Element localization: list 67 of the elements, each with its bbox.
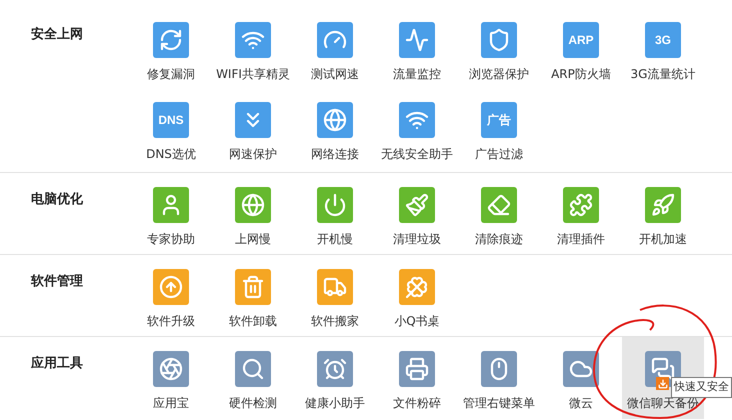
- tool-item[interactable]: 测试网速: [294, 22, 376, 84]
- tool-item[interactable]: 硬件检测: [212, 351, 294, 413]
- tool-item[interactable]: 广告 广告过滤: [458, 102, 540, 164]
- tool-item[interactable]: 应用宝: [130, 351, 212, 413]
- tool-item[interactable]: 上网慢: [212, 187, 294, 249]
- tool-label: 清理垃圾: [393, 231, 441, 247]
- tool-label: 网络连接: [311, 146, 359, 162]
- tool-item[interactable]: 文件粉碎: [376, 351, 458, 413]
- tool-item[interactable]: 修复漏洞: [130, 22, 212, 84]
- tool-item[interactable]: WIFI共享精灵: [212, 22, 294, 84]
- tool-item[interactable]: 专家协助: [130, 187, 212, 249]
- tool-label: 管理右键菜单: [463, 395, 535, 411]
- tool-label: 应用宝: [153, 395, 189, 411]
- tool-label: 微云: [569, 395, 593, 411]
- tool-label: 软件卸载: [229, 313, 277, 329]
- tool-item[interactable]: 软件升级: [130, 269, 212, 331]
- tool-item[interactable]: 开机慢: [294, 187, 376, 249]
- icon-text: DNS: [158, 114, 184, 126]
- tool-label: 浏览器保护: [469, 66, 529, 82]
- tool-label: 硬件检测: [229, 395, 277, 411]
- tool-item[interactable]: 软件卸载: [212, 269, 294, 331]
- tool-item[interactable]: 网速保护: [212, 102, 294, 164]
- tool-label: 无线安全助手: [381, 146, 453, 162]
- tool-item[interactable]: 浏览器保护: [458, 22, 540, 84]
- tool-label: 开机加速: [639, 231, 687, 247]
- section-title: 应用工具: [31, 356, 83, 371]
- tool-item[interactable]: 流量监控: [376, 22, 458, 84]
- tool-item[interactable]: 无线安全助手: [376, 102, 458, 164]
- icon-text: 广告: [487, 114, 511, 126]
- tool-label: 健康小助手: [305, 395, 365, 411]
- tool-item[interactable]: 软件搬家: [294, 269, 376, 331]
- tool-label: 测试网速: [311, 66, 359, 82]
- tool-label: 修复漏洞: [147, 66, 195, 82]
- tool-label: 清除痕迹: [475, 231, 523, 247]
- tool-item[interactable]: 清理垃圾: [376, 187, 458, 249]
- tool-label: 上网慢: [235, 231, 271, 247]
- tool-item[interactable]: 管理右键菜单: [458, 351, 540, 413]
- tool-item[interactable]: 开机加速: [622, 187, 704, 249]
- tool-item[interactable]: 小Q书桌: [376, 269, 458, 331]
- tool-label: 广告过滤: [475, 146, 523, 162]
- tool-label: 清理插件: [557, 231, 605, 247]
- tool-label: 软件搬家: [311, 313, 359, 329]
- tool-label: ARP防火墙: [551, 66, 611, 82]
- tool-label: 软件升级: [147, 313, 195, 329]
- tool-item[interactable]: DNS DNS选优: [130, 102, 212, 164]
- tool-label: 网速保护: [229, 146, 277, 162]
- tool-label: DNS选优: [146, 146, 196, 162]
- tool-item[interactable]: 健康小助手: [294, 351, 376, 413]
- tool-label: 流量监控: [393, 66, 441, 82]
- tool-item[interactable]: ARP ARP防火墙: [540, 22, 622, 84]
- tool-label: 小Q书桌: [394, 313, 440, 329]
- tool-label: WIFI共享精灵: [216, 66, 290, 82]
- section-title: 安全上网: [31, 27, 83, 42]
- icon-text: 3G: [654, 34, 671, 46]
- tool-item[interactable]: 清理插件: [540, 187, 622, 249]
- tool-item[interactable]: 微云: [540, 351, 622, 413]
- tooltip: 快速又安全: [671, 377, 732, 398]
- tool-label: 文件粉碎: [393, 395, 441, 411]
- tool-label: 开机慢: [317, 231, 353, 247]
- tool-item[interactable]: 3G 3G流量统计: [622, 22, 704, 84]
- section-title: 电脑优化: [31, 192, 83, 207]
- tool-item[interactable]: 清除痕迹: [458, 187, 540, 249]
- icon-text: ARP: [568, 34, 594, 46]
- section-title: 软件管理: [31, 274, 83, 289]
- tool-label: 专家协助: [147, 231, 195, 247]
- tool-label: 3G流量统计: [630, 66, 696, 82]
- tool-item[interactable]: 网络连接: [294, 102, 376, 164]
